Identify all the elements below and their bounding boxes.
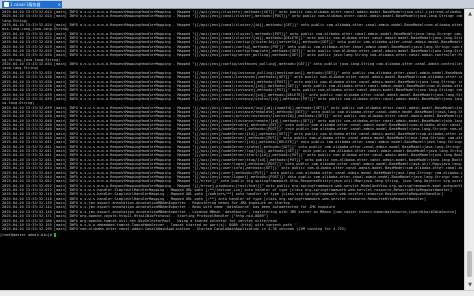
log-line: 2025-04-10 15:33:32.034 [main] INFO o.s.… — [2, 53, 462, 58]
shell-prompt: [root@master admin-bin]# — [0, 232, 55, 237]
log-lines: 2025-04-10 15:33:32.024 [main] INFO o.s.… — [0, 9, 464, 232]
log-line: 2025-04-10 15:33:32.199 [main] INFO com.… — [2, 227, 347, 232]
tab-canal-server[interactable]: 1 canal-1服务器 × — [2, 1, 62, 8]
tab-title: 1 canal-1服务器 — [10, 2, 41, 7]
command-prompt-line[interactable]: [root@master admin-bin]# — [0, 232, 464, 237]
log-line: 2025-04-10 15:33:32.039 [main] INFO o.s.… — [2, 88, 462, 93]
text-cursor — [54, 232, 57, 237]
log-line: 2025-04-10 15:33:32.024 [main] INFO o.s.… — [2, 14, 462, 19]
terminal-output[interactable]: 2025-04-10 15:33:32.024 [main] INFO o.s.… — [0, 9, 464, 290]
scroll-down-arrow-icon[interactable]: ▼ — [466, 281, 474, 289]
log-line: 2025-04-10 15:33:32.038 [main] INFO o.s.… — [2, 75, 462, 80]
terminal-icon — [4, 2, 9, 7]
horizontal-scrollbar[interactable] — [0, 290, 474, 296]
scroll-up-arrow-icon[interactable]: ▲ — [466, 10, 474, 18]
log-line: 2025-04-10 15:33:32.024 [main] INFO o.s.… — [2, 23, 462, 28]
terminal-app-window: 1 canal-1服务器 × 2025-04-10 15:33:32.024 [m… — [0, 0, 474, 296]
log-line: 2025-04-10 15:33:32.040 [main] INFO o.s.… — [2, 114, 462, 119]
log-line: 2025-04-10 15:33:32.039 [main] INFO o.s.… — [2, 96, 462, 101]
log-line: 2025-04-10 15:33:32.040 [main] INFO o.s.… — [2, 127, 462, 132]
vertical-scrollbar[interactable]: ▲ ▼ — [464, 9, 474, 290]
close-tab-icon[interactable]: × — [58, 1, 61, 8]
scrollbar-thumb[interactable] — [467, 251, 472, 277]
tab-bar: 1 canal-1服务器 × — [0, 0, 474, 9]
log-line: 2025-04-10 15:33:32.034 [main] INFO o.s.… — [2, 62, 462, 67]
